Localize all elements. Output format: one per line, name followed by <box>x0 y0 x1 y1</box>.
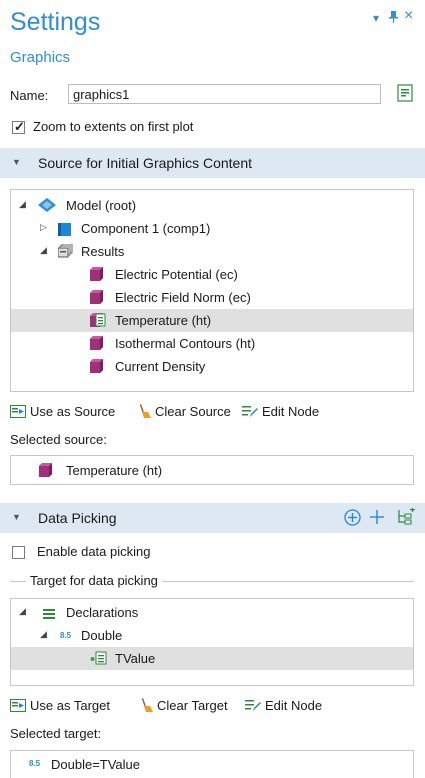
selected-source-label: Selected source: <box>10 432 107 447</box>
tree-label: Electric Potential (ec) <box>115 267 238 282</box>
use-as-source-label: Use as Source <box>30 404 116 419</box>
zoom-checkbox-label: Zoom to extents on first plot <box>33 119 194 134</box>
close-icon[interactable]: × <box>404 7 413 25</box>
tree-node-declarations[interactable]: ◢ Declarations <box>11 601 413 624</box>
results-icon <box>57 243 73 261</box>
use-as-target-icon <box>10 699 26 712</box>
expand-icon[interactable]: ◢ <box>40 629 47 640</box>
tree-label: Temperature (ht) <box>115 313 212 328</box>
tree-node-component[interactable]: ▷ Component 1 (comp1) <box>11 217 413 240</box>
data-picking-section-header[interactable]: ▼ Data Picking <box>0 503 425 533</box>
name-label: Name: <box>10 88 49 103</box>
plot-group-3d-icon <box>90 267 103 281</box>
tree-node-tvalue-selected[interactable]: TValue <box>11 647 413 670</box>
collapse-icon: ▼ <box>12 512 21 522</box>
plot-group-3d-table-icon <box>90 313 106 327</box>
plot-group-3d-icon <box>90 290 103 304</box>
source-section-title: Source for Initial Graphics Content <box>38 155 252 171</box>
target-group-label: Target for data picking <box>26 573 162 588</box>
edit-node-label: Edit Node <box>265 698 323 713</box>
plot-group-3d-icon <box>90 359 103 373</box>
tree-node-plot-selected[interactable]: Temperature (ht) <box>11 309 413 332</box>
pin-icon[interactable] <box>389 11 398 23</box>
tree-label: Declarations <box>66 605 139 620</box>
tree-add-icon[interactable] <box>396 508 416 529</box>
expand-icon[interactable]: ◢ <box>40 245 47 256</box>
source-section-header[interactable]: ▼ Source for Initial Graphics Content <box>0 148 425 178</box>
enable-data-picking-label: Enable data picking <box>37 544 151 559</box>
tree-node-model[interactable]: ◢ Model (root) <box>11 194 413 217</box>
tree-node-results[interactable]: ◢ Results <box>11 240 413 263</box>
tree-label: Component 1 (comp1) <box>81 221 211 236</box>
selected-source-field: Temperature (ht) <box>10 455 414 485</box>
component-icon <box>58 222 72 239</box>
clear-target-label: Clear Target <box>157 698 228 713</box>
panel-subtitle: Graphics <box>10 49 71 66</box>
dropdown-icon[interactable]: ▾ <box>373 11 379 25</box>
tree-node-plot[interactable]: Isothermal Contours (ht) <box>11 332 413 355</box>
expand-icon[interactable]: ◢ <box>19 199 26 210</box>
scalar-value-icon <box>90 651 108 668</box>
tree-label: Isothermal Contours (ht) <box>115 336 256 351</box>
expand-right-icon[interactable]: ▷ <box>40 222 47 233</box>
tree-node-plot[interactable]: Electric Potential (ec) <box>11 263 413 286</box>
tree-label: Double <box>81 628 123 643</box>
selected-target-label: Selected target: <box>10 726 102 741</box>
target-tree[interactable]: ◢ Declarations ◢ 8.5 Double TValue <box>10 598 414 686</box>
tree-node-plot[interactable]: Electric Field Norm (ec) <box>11 286 413 309</box>
add-circle-icon[interactable] <box>344 509 361 529</box>
plot-group-3d-icon <box>90 336 103 350</box>
source-tree[interactable]: ◢ Model (root) ▷ Component 1 (comp1) ◢ R… <box>10 189 414 392</box>
declarations-icon <box>43 607 55 622</box>
use-as-source-button[interactable]: Use as Source <box>10 404 115 419</box>
tree-node-plot[interactable]: Current Density <box>11 355 413 378</box>
name-field[interactable] <box>68 84 381 104</box>
selected-target-field: 8.5 Double=TValue <box>10 750 414 778</box>
tree-label: Electric Field Norm (ec) <box>115 290 251 305</box>
selected-target-value: Double=TValue <box>51 757 141 772</box>
model-icon <box>38 198 56 215</box>
broom-icon <box>141 698 153 712</box>
tree-label: TValue <box>115 651 156 666</box>
tree-label: Results <box>81 244 125 259</box>
clear-source-label: Clear Source <box>155 404 231 419</box>
plot-group-3d-icon <box>39 463 52 477</box>
edit-name-icon[interactable] <box>396 84 414 102</box>
tree-label: Model (root) <box>66 198 137 213</box>
use-as-target-button[interactable]: Use as Target <box>10 698 110 713</box>
expand-icon[interactable]: ◢ <box>19 606 26 617</box>
zoom-checkbox[interactable] <box>12 119 25 135</box>
use-as-source-icon <box>10 405 26 418</box>
edit-node-button[interactable]: Edit Node <box>245 698 322 713</box>
double-type-badge: 8.5 <box>60 631 72 640</box>
collapse-icon: ▼ <box>12 157 21 167</box>
broom-icon <box>139 404 151 418</box>
clear-source-button[interactable]: Clear Source <box>139 404 231 419</box>
tree-label: Current Density <box>115 359 206 374</box>
enable-data-picking-checkbox[interactable] <box>12 546 25 559</box>
tree-node-double[interactable]: ◢ 8.5 Double <box>11 624 413 647</box>
plus-icon[interactable] <box>369 509 385 528</box>
selected-source-value: Temperature (ht) <box>66 463 163 478</box>
edit-node-icon <box>245 699 261 712</box>
clear-target-button[interactable]: Clear Target <box>141 698 228 713</box>
edit-node-button[interactable]: Edit Node <box>242 404 319 419</box>
data-picking-section-title: Data Picking <box>38 510 117 526</box>
panel-title: Settings <box>10 8 101 36</box>
double-type-badge: 8.5 <box>29 759 41 768</box>
edit-node-label: Edit Node <box>262 404 320 419</box>
use-as-target-label: Use as Target <box>30 698 110 713</box>
edit-node-icon <box>242 405 258 418</box>
